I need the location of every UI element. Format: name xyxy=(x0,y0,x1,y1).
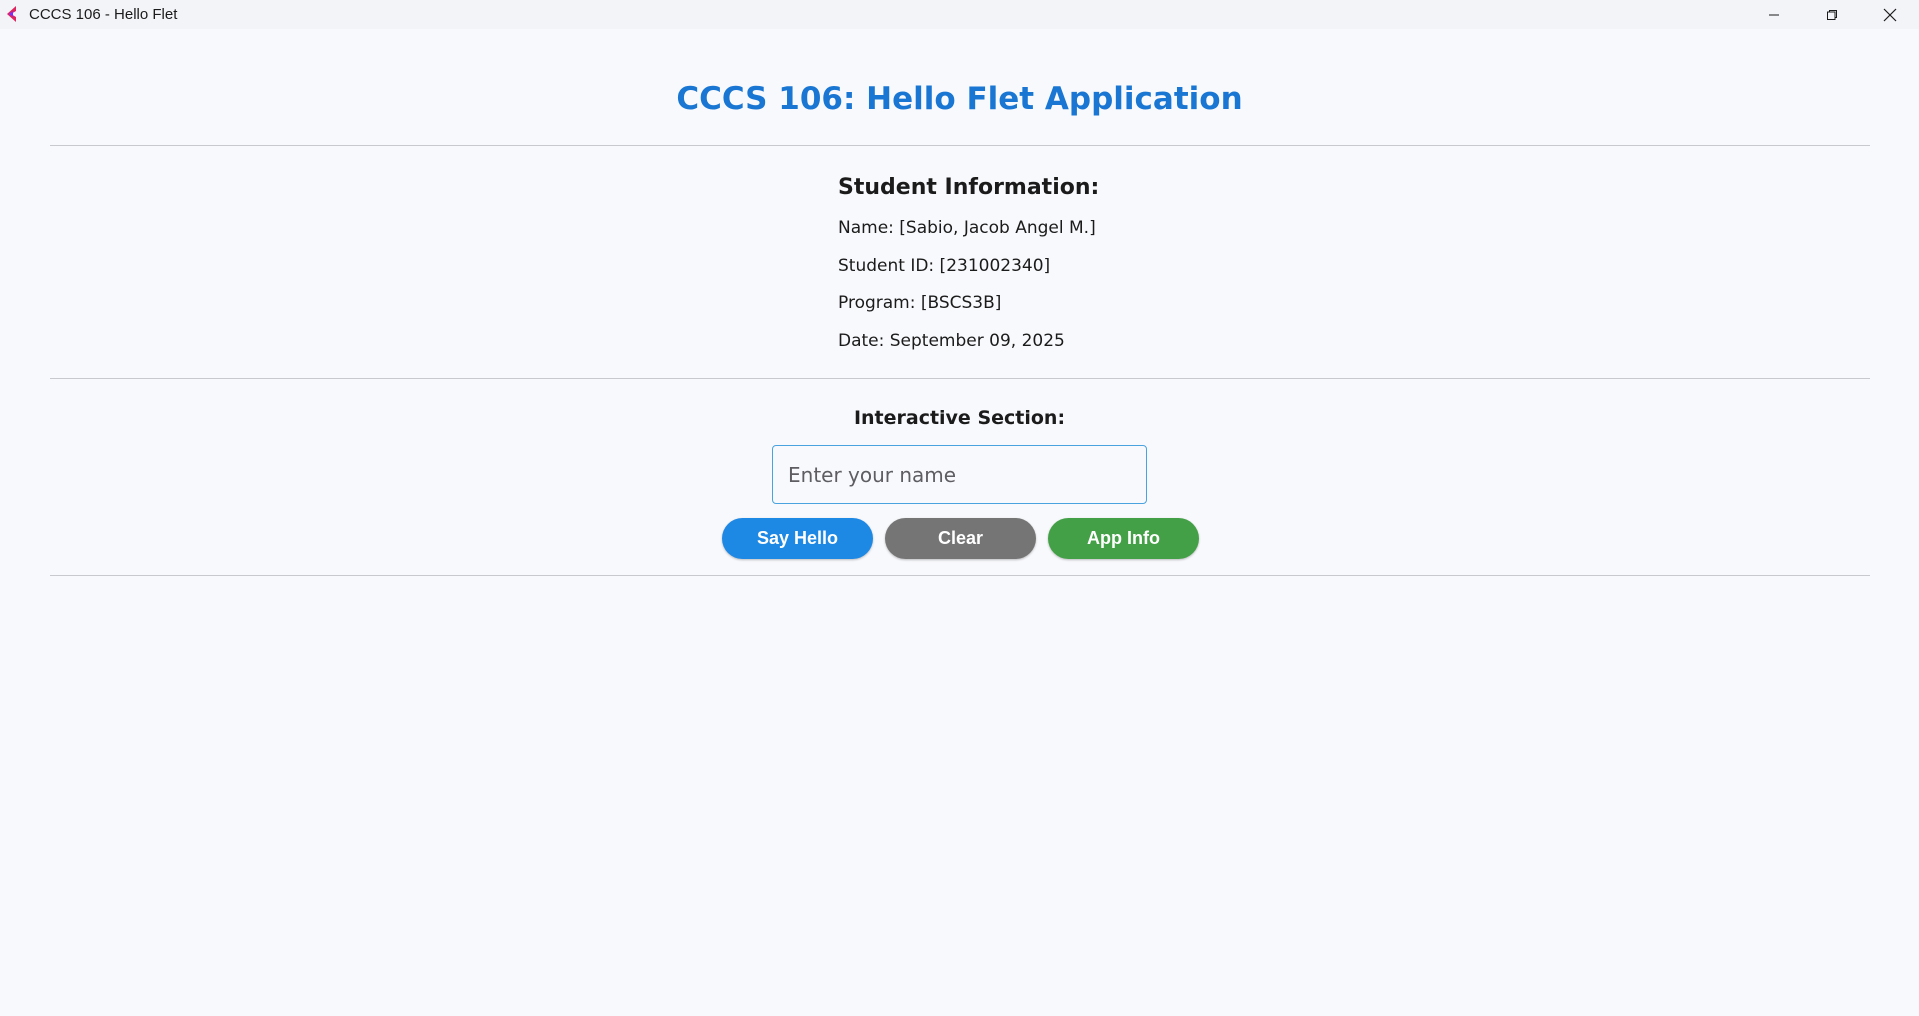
divider xyxy=(50,575,1870,576)
page-title: CCCS 106: Hello Flet Application xyxy=(676,81,1243,117)
interactive-heading: Interactive Section: xyxy=(853,407,1066,429)
student-id: Student ID: [231002340] xyxy=(838,255,1051,276)
window-title: CCCS 106 - Hello Flet xyxy=(29,6,178,23)
student-program: Program: [BSCS3B] xyxy=(838,293,1002,313)
window-titlebar[interactable]: CCCS 106 - Hello Flet xyxy=(0,0,1919,29)
student-name: Name: [Sabio, Jacob Angel M.] xyxy=(838,218,1096,238)
divider xyxy=(50,145,1870,146)
name-input[interactable] xyxy=(772,445,1147,504)
divider xyxy=(50,378,1870,379)
button-row: Say Hello Clear App Info xyxy=(722,518,1199,559)
app-page: CCCS 106: Hello Flet Application Student… xyxy=(0,29,1919,1016)
close-button[interactable] xyxy=(1861,0,1919,29)
restore-button[interactable] xyxy=(1803,0,1861,29)
flet-logo-icon xyxy=(7,6,16,22)
minimize-button[interactable] xyxy=(1745,0,1803,29)
student-date: Date: September 09, 2025 xyxy=(838,330,1065,351)
clear-button[interactable]: Clear xyxy=(885,518,1036,559)
student-info-section: Student Information: Name: [Sabio, Jacob… xyxy=(838,175,1099,367)
restore-icon xyxy=(1827,9,1837,20)
close-icon xyxy=(1883,8,1897,21)
minimize-icon xyxy=(1769,14,1779,15)
say-hello-button[interactable]: Say Hello xyxy=(722,518,873,559)
app-info-button[interactable]: App Info xyxy=(1048,518,1199,559)
student-info-heading: Student Information: xyxy=(838,175,1100,200)
window-controls xyxy=(1745,0,1919,29)
